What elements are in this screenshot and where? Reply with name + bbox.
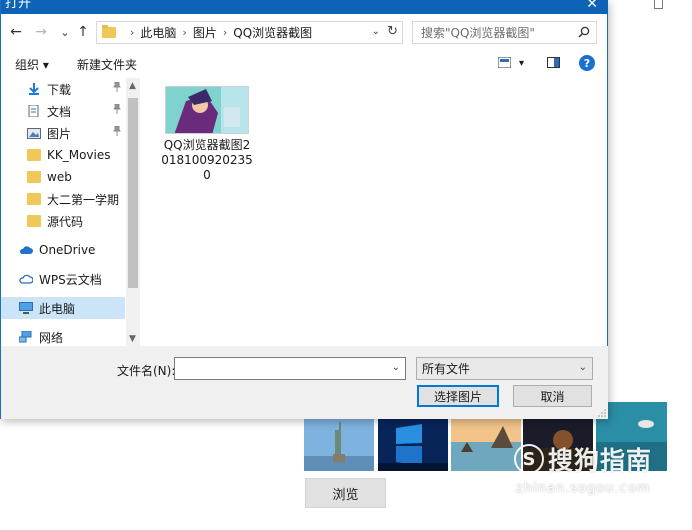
browse-button[interactable]: 浏览: [305, 478, 386, 508]
file-list-area: QQ浏览器截图20181009202350: [143, 78, 608, 346]
sidebar-item-wps-cloud[interactable]: WPS云文档: [1, 268, 125, 290]
sidebar-item-pictures[interactable]: 图片: [1, 122, 125, 144]
sidebar-item-source-code[interactable]: 源代码: [1, 210, 125, 232]
sidebar-item-semester[interactable]: 大二第一学期: [1, 188, 125, 210]
search-placeholder: 搜索"QQ浏览器截图": [421, 26, 535, 40]
organize-button[interactable]: 组织 ▾: [15, 56, 49, 73]
breadcrumb-qq-screenshots[interactable]: QQ浏览器截图: [233, 24, 312, 41]
windows-wallpaper-image: [378, 418, 448, 471]
watermark-url: zhinan.sogou.com: [516, 481, 651, 496]
pin-icon: [113, 125, 121, 139]
filename-input[interactable]: ⌄: [174, 357, 406, 380]
preview-pane-icon[interactable]: [547, 57, 560, 68]
folder-icon: [27, 193, 41, 205]
help-icon[interactable]: ?: [579, 55, 595, 71]
sogou-watermark: S 搜狗指南 zhinan.sogou.com: [514, 441, 674, 511]
open-file-dialog: 打开 ✕ ← → ⌄ ↑ › 此电脑 › 图片 › QQ浏览器截图 ⌄ ↻ 搜索…: [0, 0, 608, 419]
search-field[interactable]: 搜索"QQ浏览器截图": [412, 21, 597, 44]
sidebar-item-label: OneDrive: [39, 243, 96, 257]
sidebar-item-label: KK_Movies: [47, 148, 111, 162]
dialog-title: 打开: [5, 0, 32, 11]
sidebar-item-label: 大二第一学期: [47, 192, 120, 207]
folder-icon: [102, 25, 116, 38]
back-arrow-icon[interactable]: ←: [8, 22, 24, 42]
background-thumbnail-windows[interactable]: [378, 418, 448, 471]
cloud-icon: [19, 244, 33, 256]
anime-screenshot-image: [166, 87, 248, 133]
network-icon: [18, 330, 33, 343]
statue-of-liberty-image: [304, 418, 374, 471]
dialog-footer: 文件名(N): ⌄ 所有文件 ⌄ 选择图片 取消: [1, 346, 608, 419]
navigation-scrollbar[interactable]: ▲ ▼: [126, 78, 140, 346]
wps-cloud-icon: [19, 273, 34, 285]
sogou-logo-icon: S: [514, 444, 544, 474]
sidebar-item-label: 源代码: [47, 214, 84, 229]
breadcrumb-separator: ›: [130, 26, 135, 39]
watermark-text: 搜狗指南: [548, 446, 653, 475]
computer-icon: [19, 302, 33, 314]
up-arrow-icon[interactable]: ↑: [75, 22, 91, 42]
folder-icon: [27, 149, 41, 161]
view-options-icon[interactable]: [498, 57, 511, 68]
sidebar-item-label: 文档: [47, 104, 72, 119]
close-icon[interactable]: ✕: [586, 0, 598, 11]
background-thumbnail-statue[interactable]: [304, 418, 374, 471]
sidebar-item-network[interactable]: 网络: [1, 326, 125, 346]
sidebar-item-web[interactable]: web: [1, 166, 125, 188]
background-thumbnail-beach[interactable]: [451, 418, 521, 471]
pin-icon: [113, 103, 121, 117]
background-window-restore-icon: [654, 0, 663, 9]
sidebar-item-label: WPS云文档: [39, 272, 102, 287]
sidebar-item-onedrive[interactable]: OneDrive: [1, 239, 125, 261]
file-thumbnail: [165, 86, 249, 134]
sidebar-item-documents[interactable]: 文档: [1, 100, 125, 122]
folder-icon: [27, 171, 41, 183]
breadcrumb-this-pc[interactable]: 此电脑: [140, 24, 176, 41]
sidebar-item-label: 下载: [47, 82, 72, 97]
new-folder-button[interactable]: 新建文件夹: [77, 56, 137, 73]
file-type-value: 所有文件: [422, 362, 471, 376]
sidebar-item-kk-movies[interactable]: KK_Movies: [1, 144, 125, 166]
filename-label: 文件名(N):: [117, 364, 176, 378]
navigation-pane: 下载 文档 图片 KK_Movies web 大二第一学期 源代码 OneDri…: [1, 78, 140, 346]
beach-rocks-image: [451, 418, 521, 471]
filename-dropdown-icon[interactable]: ⌄: [392, 362, 400, 373]
view-dropdown-icon[interactable]: ▾: [519, 58, 524, 69]
breadcrumb-pictures[interactable]: 图片: [193, 24, 217, 41]
pin-icon: [113, 81, 121, 95]
address-field[interactable]: › 此电脑 › 图片 › QQ浏览器截图 ⌄ ↻: [96, 21, 403, 44]
dialog-titlebar[interactable]: 打开 ✕: [1, 0, 608, 14]
file-type-dropdown-icon[interactable]: ⌄: [579, 362, 587, 373]
sidebar-item-label: 此电脑: [39, 301, 76, 316]
refresh-icon[interactable]: ↻: [387, 24, 398, 39]
download-icon: [27, 83, 41, 95]
cancel-button[interactable]: 取消: [513, 385, 592, 407]
sidebar-item-label: 图片: [47, 126, 72, 141]
address-bar-row: ← → ⌄ ↑ › 此电脑 › 图片 › QQ浏览器截图 ⌄ ↻ 搜索"QQ浏览…: [1, 18, 608, 46]
scroll-thumb[interactable]: [128, 98, 138, 288]
forward-arrow-icon[interactable]: →: [33, 22, 49, 42]
command-toolbar: 组织 ▾ 新建文件夹 ▾ ?: [1, 50, 608, 77]
file-type-select[interactable]: 所有文件 ⌄: [416, 357, 593, 380]
recent-locations-chevron-icon[interactable]: ⌄: [57, 22, 73, 42]
select-image-button[interactable]: 选择图片: [417, 385, 499, 407]
breadcrumb-separator: ›: [182, 26, 187, 39]
file-name: QQ浏览器截图20181009202350: [161, 138, 253, 182]
file-item[interactable]: QQ浏览器截图20181009202350: [161, 86, 253, 183]
sidebar-item-downloads[interactable]: 下载: [1, 78, 125, 100]
document-icon: [27, 104, 41, 118]
folder-icon: [27, 215, 41, 227]
search-icon[interactable]: [578, 26, 590, 38]
scroll-up-icon[interactable]: ▲: [129, 81, 136, 91]
sidebar-item-label: 网络: [39, 330, 64, 345]
scroll-down-icon[interactable]: ▼: [129, 334, 136, 344]
sidebar-item-this-pc[interactable]: 此电脑: [1, 297, 125, 319]
breadcrumb-separator: ›: [222, 26, 228, 39]
address-dropdown-icon[interactable]: ⌄: [372, 26, 380, 37]
resize-grip-icon[interactable]: [598, 409, 606, 417]
pictures-icon: [27, 127, 41, 139]
sidebar-item-label: web: [47, 170, 72, 184]
